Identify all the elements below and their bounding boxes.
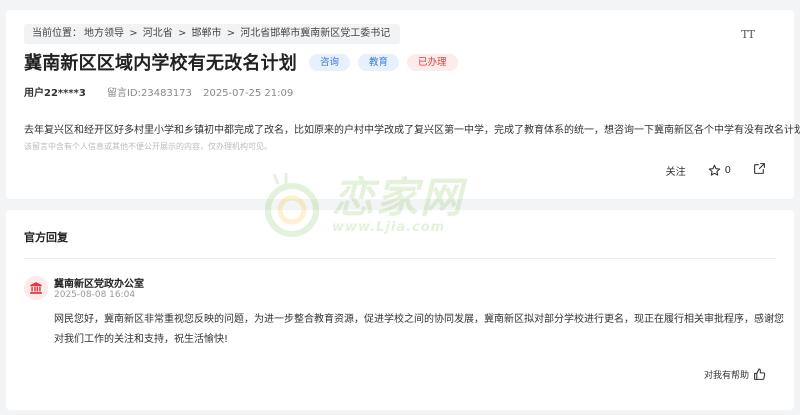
message-content: 去年复兴区和经开区好多村里小学和乡镇初中都完成了改名，比如原来的户村中学改成了复… <box>24 125 800 136</box>
breadcrumb-separator: > <box>226 28 236 39</box>
share-icon <box>754 163 765 174</box>
message-meta: 用户22****3 留言ID:23483173 2025-07-25 21:09 <box>24 84 293 99</box>
reply-section-title: 官方回复 <box>24 231 68 244</box>
page-title: 冀南新区区域内学校有无改名计划 <box>24 53 297 74</box>
message-id: 留言ID:23483173 <box>106 88 192 99</box>
reply-text: 网民您好，冀南新区非常重视您反映的问题，为进一步整合教育资源，促进学校之间的协同… <box>54 314 784 345</box>
message-card: 当前位置： 地方领导 > 河北省 > 邯郸市 > 河北省邯郸市冀南新区党工委书记 … <box>6 10 800 199</box>
breadcrumb-item-province[interactable]: 河北省 <box>143 28 173 39</box>
breadcrumb: 当前位置： 地方领导 > 河北省 > 邯郸市 > 河北省邯郸市冀南新区党工委书记 <box>24 24 401 44</box>
title-row: 冀南新区区域内学校有无改名计划 咨询 教育 已办理 <box>24 50 466 74</box>
tag-consult: 咨询 <box>309 53 351 71</box>
reply-office-name: 冀南新区党政办公室 <box>54 279 144 290</box>
share-button[interactable] <box>753 162 766 178</box>
breadcrumb-separator: > <box>129 28 138 39</box>
reply-card: 官方回复 冀南新区党政办公室 2025-08-08 16:04 网民您好，冀南新… <box>6 210 794 410</box>
favorite-count: 0 <box>724 164 731 176</box>
breadcrumb-item-leaders[interactable]: 地方领导 <box>84 28 124 39</box>
tag-education: 教育 <box>358 53 400 71</box>
reply-time: 2025-08-08 16:04 <box>54 290 136 300</box>
privacy-note: 该留言中含有个人信息或其他不便公开展示的内容，仅办理机构可见。 <box>24 142 272 151</box>
favorite-button[interactable]: 0 <box>708 164 731 177</box>
helpful-label: 对我有帮助 <box>703 371 749 381</box>
divider <box>24 258 776 259</box>
status-badge: 已办理 <box>407 53 458 71</box>
avatar <box>24 276 48 300</box>
font-size-button[interactable]: TT <box>741 28 755 41</box>
thumbs-up-icon <box>754 368 766 380</box>
message-time: 2025-07-25 21:09 <box>203 88 294 99</box>
user-name: 用户22****3 <box>24 88 86 99</box>
message-actions: 关注 0 <box>666 162 766 178</box>
star-icon <box>708 164 720 176</box>
breadcrumb-separator: > <box>177 28 187 39</box>
breadcrumb-item-city[interactable]: 邯郸市 <box>192 28 222 39</box>
breadcrumb-item-current[interactable]: 河北省邯郸市冀南新区党工委书记 <box>240 28 390 39</box>
breadcrumb-prefix: 当前位置： <box>32 28 82 39</box>
government-building-icon <box>30 282 42 294</box>
follow-button[interactable]: 关注 <box>666 163 686 178</box>
helpful-button[interactable]: 对我有帮助 <box>704 368 766 381</box>
